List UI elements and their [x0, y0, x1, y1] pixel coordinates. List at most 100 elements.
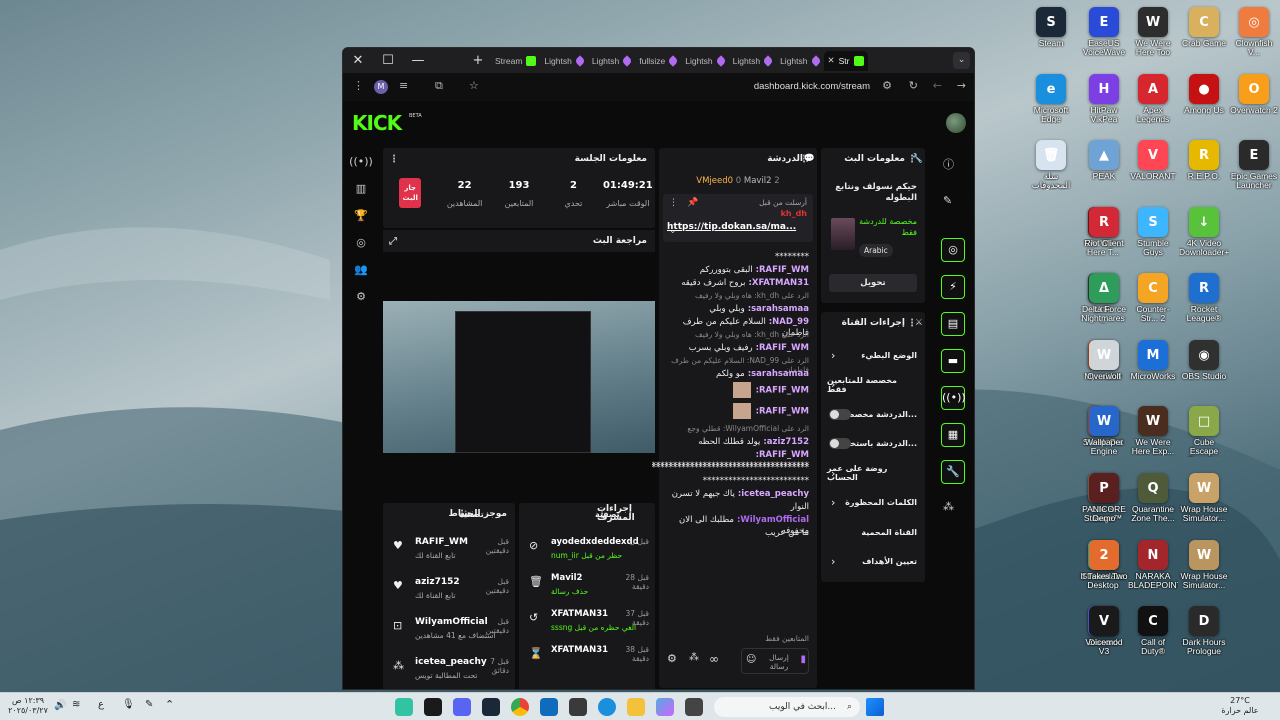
- star-icon[interactable]: ☆: [469, 79, 479, 92]
- desktop-icon[interactable]: V VALORANT: [1128, 140, 1178, 181]
- desktop-icon[interactable]: V Voicemod V3: [1079, 606, 1129, 656]
- pen-icon[interactable]: ✎: [145, 699, 153, 710]
- activity-item[interactable]: ♥ aziz7152 تابع القناة لك قبل دقيقتين: [389, 575, 509, 611]
- nodes-icon[interactable]: ⁂: [943, 500, 954, 513]
- activity-item[interactable]: ⁂ icetea_peachy تحت المطالبة تويس قبل 7 دقا…: [389, 655, 509, 689]
- expand-icon[interactable]: ⤢: [389, 236, 397, 247]
- kick-logo[interactable]: KICK: [352, 111, 402, 135]
- desktop-icon[interactable]: 2 It Takes Two: [1079, 540, 1129, 581]
- desktop-icon[interactable]: P PANICORE Demo: [1079, 473, 1129, 523]
- activity-username[interactable]: RAFIF_WM: [415, 537, 468, 547]
- sidebar-icon[interactable]: ≡: [399, 79, 408, 92]
- chat-message[interactable]: RAFIF_WM: رفيف وبلي بسرب: [667, 343, 809, 354]
- steam-taskbar-icon[interactable]: [482, 698, 500, 716]
- browser-window[interactable]: ✕ ☐ — + Stream Lightsh Lightsh fullsize Ligh…: [342, 47, 975, 690]
- desktop-icon[interactable]: C Call of Duty®: [1128, 606, 1178, 656]
- desktop-icon[interactable]: W Wrap House Simulator...: [1179, 473, 1229, 523]
- camera-taskbar-icon[interactable]: [569, 698, 587, 716]
- chat-username[interactable]: RAFIF_WM:: [753, 407, 809, 417]
- browser-tab[interactable]: Lightsh: [540, 51, 587, 71]
- target-icon[interactable]: ◎: [941, 238, 965, 262]
- extensions-icon[interactable]: ⧉: [435, 79, 443, 93]
- emotes-icon[interactable]: ⁂: [689, 652, 699, 663]
- broadcast-icon[interactable]: ((•)): [343, 148, 379, 175]
- desktop-icon[interactable]: W Overwolf: [1079, 340, 1129, 381]
- forward-icon[interactable]: →: [957, 79, 966, 92]
- chat-username[interactable]: WilyamOfficial:: [734, 515, 809, 525]
- file-explorer-taskbar-icon[interactable]: [627, 698, 645, 716]
- app-taskbar-icon[interactable]: [685, 698, 703, 716]
- chat-username[interactable]: RAFIF_WM:: [753, 343, 809, 353]
- pinned-user[interactable]: kh_dh: [781, 209, 807, 218]
- infinity-icon[interactable]: ∞: [709, 652, 719, 666]
- outlook-taskbar-icon[interactable]: [540, 698, 558, 716]
- trophy-icon[interactable]: 🏆: [343, 202, 379, 229]
- channel-action-item[interactable]: › الوضع البطيء: [827, 340, 917, 370]
- url-text[interactable]: dashboard.kick.com/stream: [754, 81, 870, 92]
- target-icon[interactable]: ◎: [343, 229, 379, 256]
- desktop-icon[interactable]: ▲ PEAK: [1079, 140, 1129, 181]
- clock[interactable]: ١٢:٣٩ ص ٢٠٢٥/٠٣/٢٧: [8, 696, 48, 716]
- users-icon[interactable]: 👥: [343, 256, 379, 283]
- channel-action-item[interactable]: › تعيين الأهداف: [827, 547, 917, 577]
- desktop-icon[interactable]: □ Cube Escape Paradox: [1179, 406, 1229, 457]
- chat-message[interactable]: ********: [667, 252, 809, 263]
- info-icon[interactable]: ⓘ: [943, 156, 954, 172]
- activity-filter-button[interactable]: تصفية: [459, 510, 484, 519]
- channel-action-item[interactable]: › روضة على عمر الحساب: [827, 458, 917, 488]
- chat-username[interactable]: XFATMAN31:: [746, 278, 810, 288]
- desktop-icon[interactable]: N NARAKA BLADEPOINT: [1128, 540, 1178, 590]
- stream-preview-video[interactable]: [383, 301, 655, 453]
- desktop-icon[interactable]: W Wallpaper Engine: [1079, 406, 1129, 456]
- desktop-icon[interactable]: Q Quarantine Zone The...: [1128, 473, 1178, 523]
- chat-message[interactable]: RAFIF_WM:: [667, 403, 809, 419]
- category-name[interactable]: مخصصة للدردشة فقط: [855, 216, 917, 238]
- activity-username[interactable]: WilyamOfficial: [415, 617, 488, 627]
- desktop-icon[interactable]: ↓ 4K Video Downloader+: [1179, 207, 1229, 257]
- desktop-icon[interactable]: M MicroWorks: [1128, 340, 1178, 381]
- maximize-icon[interactable]: ☐: [373, 53, 403, 68]
- channel-action-item[interactable]: القناة المحمية: [827, 517, 917, 547]
- channel-action-item[interactable]: › الكلمات المحظورة: [827, 488, 917, 518]
- desktop-icon[interactable]: W We Were Here Exp...: [1128, 406, 1178, 456]
- back-icon[interactable]: ←: [933, 79, 942, 92]
- taskbar-search[interactable]: ابحث في الويب... ⌕: [714, 697, 860, 717]
- browser-tab[interactable]: fullsize: [635, 51, 681, 71]
- chat-username[interactable]: NAD_99:: [766, 317, 809, 327]
- wifi-icon[interactable]: ≋: [72, 699, 80, 710]
- chat-message[interactable]: sarahsamaa: وبلي وبلي: [667, 304, 809, 315]
- user-avatar[interactable]: [946, 113, 966, 133]
- chat-message[interactable]: *************************************: [652, 463, 809, 474]
- mod-action-username[interactable]: XFATMAN31: [551, 645, 608, 655]
- chrome-taskbar-icon[interactable]: [511, 698, 529, 716]
- chat-username[interactable]: aziz7152:: [760, 437, 809, 447]
- chat-username[interactable]: icetea_peachy:: [735, 489, 809, 499]
- pin-icon[interactable]: 📌: [687, 198, 698, 208]
- chat-message[interactable]: ما من عريب: [667, 528, 809, 539]
- mod-action-item[interactable]: 🗑 Mavil2 حذف رسالة قبل 28 دقيقة: [525, 571, 649, 605]
- mod-action-username[interactable]: Mavil2: [551, 573, 582, 583]
- browser-tab[interactable]: Lightsh: [729, 51, 776, 71]
- desktop-icon[interactable]: A Apex Legends: [1128, 74, 1178, 124]
- mod-action-username[interactable]: XFATMAN31: [551, 609, 608, 619]
- desktop-icon[interactable]: E Epic Games Launcher: [1229, 140, 1279, 190]
- chat-message[interactable]: sarahsamaa: مو ولكم: [667, 369, 809, 380]
- chevron-up-icon[interactable]: ⌃: [165, 698, 174, 711]
- chat-username[interactable]: sarahsamaa:: [745, 369, 809, 379]
- microphone-icon[interactable]: 🎙: [122, 699, 135, 710]
- more-icon[interactable]: ⋮: [389, 154, 399, 165]
- activity-item[interactable]: ⊡ WilyamOfficial استضاف مع 41 مشاهدين قبل د…: [389, 615, 509, 651]
- mod-filter-button[interactable]: تصفية: [595, 510, 620, 519]
- desktop-icon[interactable]: H HitPaw VikPea: [1079, 74, 1129, 124]
- channel-action-item[interactable]: الدردشة مخصصة...: [827, 399, 917, 429]
- pinned-link[interactable]: https://tip.dokan.sa/ma...: [667, 222, 796, 232]
- chat-username[interactable]: sarahsamaa:: [745, 304, 809, 314]
- chat-username[interactable]: RAFIF_WM:: [756, 450, 809, 460]
- desktop-icon[interactable]: S Steam: [1026, 7, 1076, 48]
- chat-message[interactable]: النوار: [667, 502, 809, 513]
- tune-icon[interactable]: ⚙: [882, 79, 892, 92]
- reload-icon[interactable]: ↻: [909, 79, 918, 92]
- language-indicator[interactable]: ع: [98, 699, 104, 710]
- discord-taskbar-icon[interactable]: [453, 698, 471, 716]
- activity-username[interactable]: icetea_peachy: [415, 657, 487, 667]
